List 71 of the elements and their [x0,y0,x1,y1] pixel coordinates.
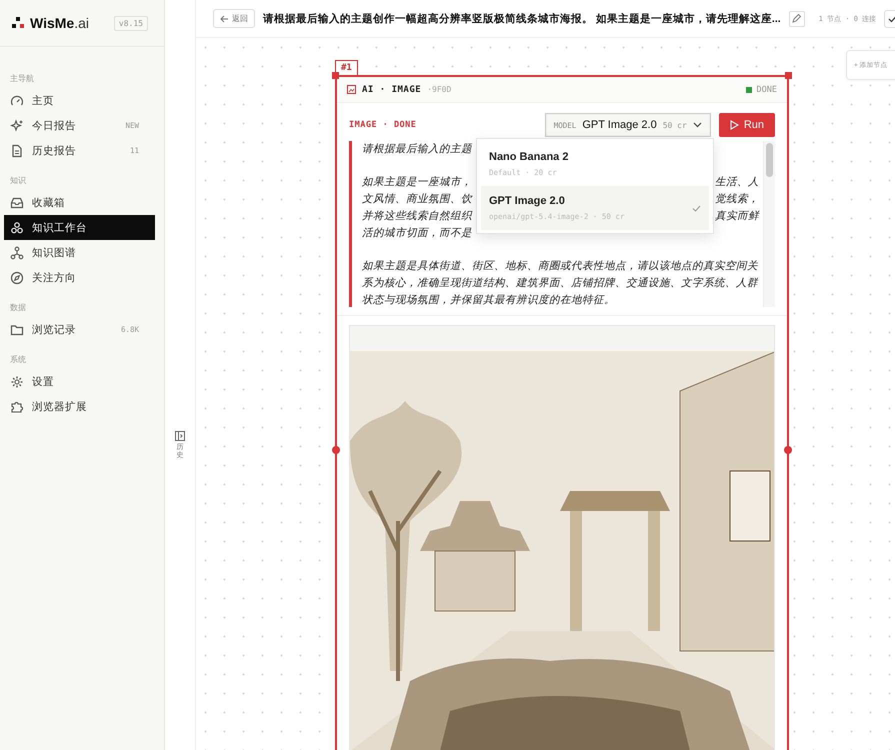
nav-item[interactable]: 关注方向 [4,265,155,290]
network-icon [10,246,24,260]
logo-text: WisMe.ai [30,15,90,31]
image-icon [347,85,356,94]
node-id: ·9F0D [427,85,452,94]
resize-handle[interactable] [785,72,792,79]
play-icon [730,120,739,130]
nav-item[interactable]: 知识图谱 [4,240,155,265]
body-status: IMAGE · DONE [349,120,416,130]
puzzle-icon [10,400,24,414]
run-button[interactable]: Run [718,113,775,137]
nav-label: 历史报告 [32,144,77,158]
chevron-down-icon [692,122,702,128]
node-card[interactable] [335,75,789,750]
prompt-line: 活的城市切面，而不是 [362,226,472,241]
prompt-line: 请根据最后输入的主题 [362,142,472,157]
edit-button[interactable] [788,10,805,26]
nav-label: 浏览器扩展 [32,400,88,414]
node-tag: #1 [335,60,358,75]
nav-label: 设置 [32,374,55,388]
pencil-icon [792,14,802,23]
scrollbar[interactable] [763,141,775,307]
prompt-line: 觉线索， [715,192,759,207]
connection-port[interactable] [332,446,340,454]
nodes-icon [10,220,24,234]
folder-icon [10,322,24,336]
prompt-line: 生活、人 [715,175,759,190]
status-label: DONE [756,84,777,94]
nav-label: 知识工作台 [32,220,88,234]
resize-handle[interactable] [332,72,339,79]
workflow-title: 请根据最后输入的主题创作一幅超高分辨率竖版极简线条城市海报。 如果主题是一座城市，请先理解这座... [263,12,781,26]
node-type: AI · IMAGE [362,84,422,94]
inbox-icon [10,196,24,210]
prompt-line: 并将这些线索自然组织 [362,209,472,224]
panel-icon [175,430,185,441]
prompt-line: 文风情、商业氛围、饮 [362,192,472,207]
arrow-left-icon [220,14,229,22]
nav-label: 关注方向 [32,270,77,284]
nav-label: 收藏箱 [32,196,66,210]
gauge-icon [10,94,24,108]
nav-label: 浏览记录 [32,322,77,336]
section-label: 主导航 [9,73,35,85]
settings-icon [10,374,24,388]
nav-label: 主页 [32,94,55,108]
nav-item[interactable]: 收藏箱 [4,190,155,215]
prompt-line: 如果主题是具体街道、街区、地标、商圈或代表性地点，请以该地点的真实空间关 [362,259,758,274]
compass-icon [10,270,24,284]
section-label: 知识 [9,175,27,187]
option-name: Nano Banana 2 [489,151,570,163]
prompt-line: 状态与现场氛围，并保留其最有辨识度的在地特征。 [362,293,615,307]
connection-port[interactable] [784,446,792,454]
prompt-line: 系为核心，准确呈现街道结构、建筑界面、店铺招牌、交通设施、文字系统、人群 [362,276,758,291]
prompt-line: 如果主题是一座城市， [362,175,472,190]
document-icon [10,144,24,158]
section-label: 系统 [9,354,27,366]
nav-item[interactable]: 主页 [4,88,155,113]
sparkle-icon [10,118,24,132]
nav-label: 今日报告 [32,118,77,132]
nav-item[interactable]: 浏览器扩展 [4,394,155,419]
check-icon [692,204,701,212]
nav-label: 知识图谱 [32,246,77,260]
prompt-line: 真实而鲜 [715,209,759,224]
version-badge: v8.15 [114,16,148,30]
scroll-thumb[interactable] [766,143,773,177]
nav-item[interactable]: 设置 [4,369,155,394]
section-label: 数据 [9,302,27,314]
logo-icon [12,17,24,29]
option-name: GPT Image 2.0 [489,195,566,207]
check-icon [888,14,895,22]
back-button[interactable]: 返回 [213,9,255,28]
nav-item[interactable]: 知识工作台 [4,215,155,240]
